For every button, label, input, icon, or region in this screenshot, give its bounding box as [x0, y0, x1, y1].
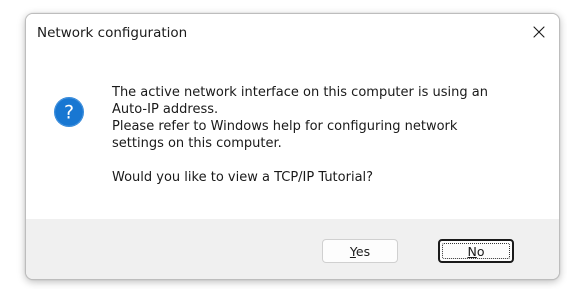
yes-button-label: Yes — [349, 243, 371, 259]
message-text: The active network interface on this com… — [112, 84, 532, 186]
close-icon — [533, 26, 545, 38]
title-bar: Network configuration — [26, 14, 559, 54]
dialog-title: Network configuration — [37, 25, 188, 41]
no-button-label: No — [467, 243, 485, 259]
svg-text:?: ? — [64, 102, 74, 124]
no-button[interactable]: No — [438, 239, 514, 263]
question-icon: ? — [54, 97, 84, 127]
screen: Network configuration ? The active netwo… — [0, 0, 567, 289]
message-line: Auto-IP address. — [112, 102, 219, 117]
yes-button[interactable]: Yes — [322, 239, 398, 263]
button-bar: Yes No — [26, 219, 559, 279]
message-line: The active network interface on this com… — [112, 85, 488, 100]
dialog-content: ? The active network interface on this c… — [26, 54, 559, 219]
close-button[interactable] — [519, 14, 559, 50]
network-configuration-dialog: Network configuration ? The active netwo… — [25, 13, 560, 280]
message-line: settings on this computer. — [112, 136, 282, 151]
message-line: Please refer to Windows help for configu… — [112, 119, 458, 134]
question-text: Would you like to view a TCP/IP Tutorial… — [112, 170, 374, 185]
